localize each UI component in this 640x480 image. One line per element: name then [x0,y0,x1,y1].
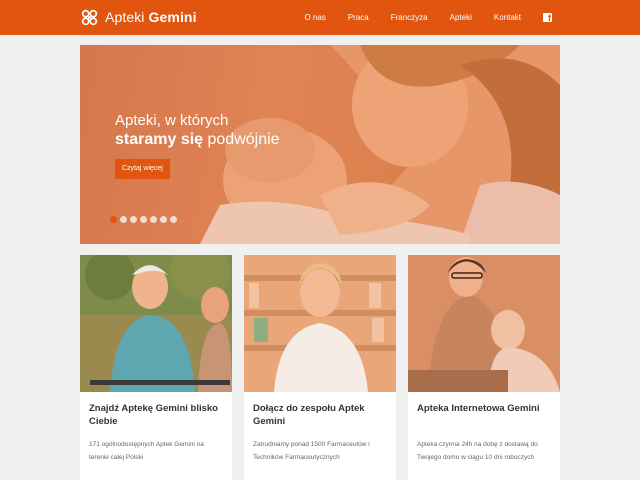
top-navbar: Apteki Gemini O nas Praca Franczyza Apte… [0,0,640,35]
hero-title-line1: Apteki, w których [115,112,229,129]
hero-slider: Apteki, w których staramy się podwójnie … [80,45,560,244]
card-text: Apteka czynna 24h na dobę z dostawą do T… [417,441,538,461]
slider-dot-2[interactable] [120,216,127,223]
card-text: 171 ogólnodostępnych Aptek Gemini na ter… [89,441,204,461]
logo-text-bold: Gemini [148,9,197,25]
card-title: Znajdź Aptekę Gemini blisko Ciebie [89,403,218,427]
nav-item-franczyza[interactable]: Franczyza [391,13,428,22]
hero-title-rest: podwójnie [203,131,280,148]
nav-item-apteki[interactable]: Apteki [450,13,472,22]
card-image-seniors [80,255,232,392]
slider-dot-3[interactable] [130,216,137,223]
slider-dot-1[interactable] [110,216,117,223]
card-text: Zatrudniamy ponad 1500 Farmaceutów i Tec… [253,441,370,461]
card-find-pharmacy[interactable]: Znajdź Aptekę Gemini blisko Ciebie 171 o… [80,255,232,480]
card-online-pharmacy[interactable]: Apteka Internetowa Gemini Apteka czynna … [408,255,560,480]
card-title: Dołącz do zespołu Aptek Gemini [253,403,365,427]
card-title: Apteka Internetowa Gemini [417,403,540,414]
slider-dot-6[interactable] [160,216,167,223]
slider-dots [110,216,177,223]
facebook-icon[interactable]: f [543,13,552,23]
logo-text-light: Apteki [105,9,145,25]
card-join-team[interactable]: Dołącz do zespołu Aptek Gemini Zatrudnia… [244,255,396,480]
card-image-mother-laptop [408,255,560,392]
slider-dot-4[interactable] [140,216,147,223]
logo-text: Apteki Gemini [105,9,197,25]
card-image-pharmacist [244,255,396,392]
main-nav: O nas Praca Franczyza Apteki Kontakt f [304,0,552,35]
logo[interactable]: Apteki Gemini [80,7,197,27]
nav-item-kontakt[interactable]: Kontakt [494,13,521,22]
slider-dot-7[interactable] [170,216,177,223]
hero-title-strong: staramy się [115,131,204,148]
hero-title-line2: staramy się podwójnie [115,131,280,149]
nav-item-praca[interactable]: Praca [348,13,369,22]
nav-item-o-nas[interactable]: O nas [304,13,325,22]
slider-dot-5[interactable] [150,216,157,223]
gemini-logo-icon [81,9,98,25]
read-more-button[interactable]: Czytaj więcej [115,159,170,179]
